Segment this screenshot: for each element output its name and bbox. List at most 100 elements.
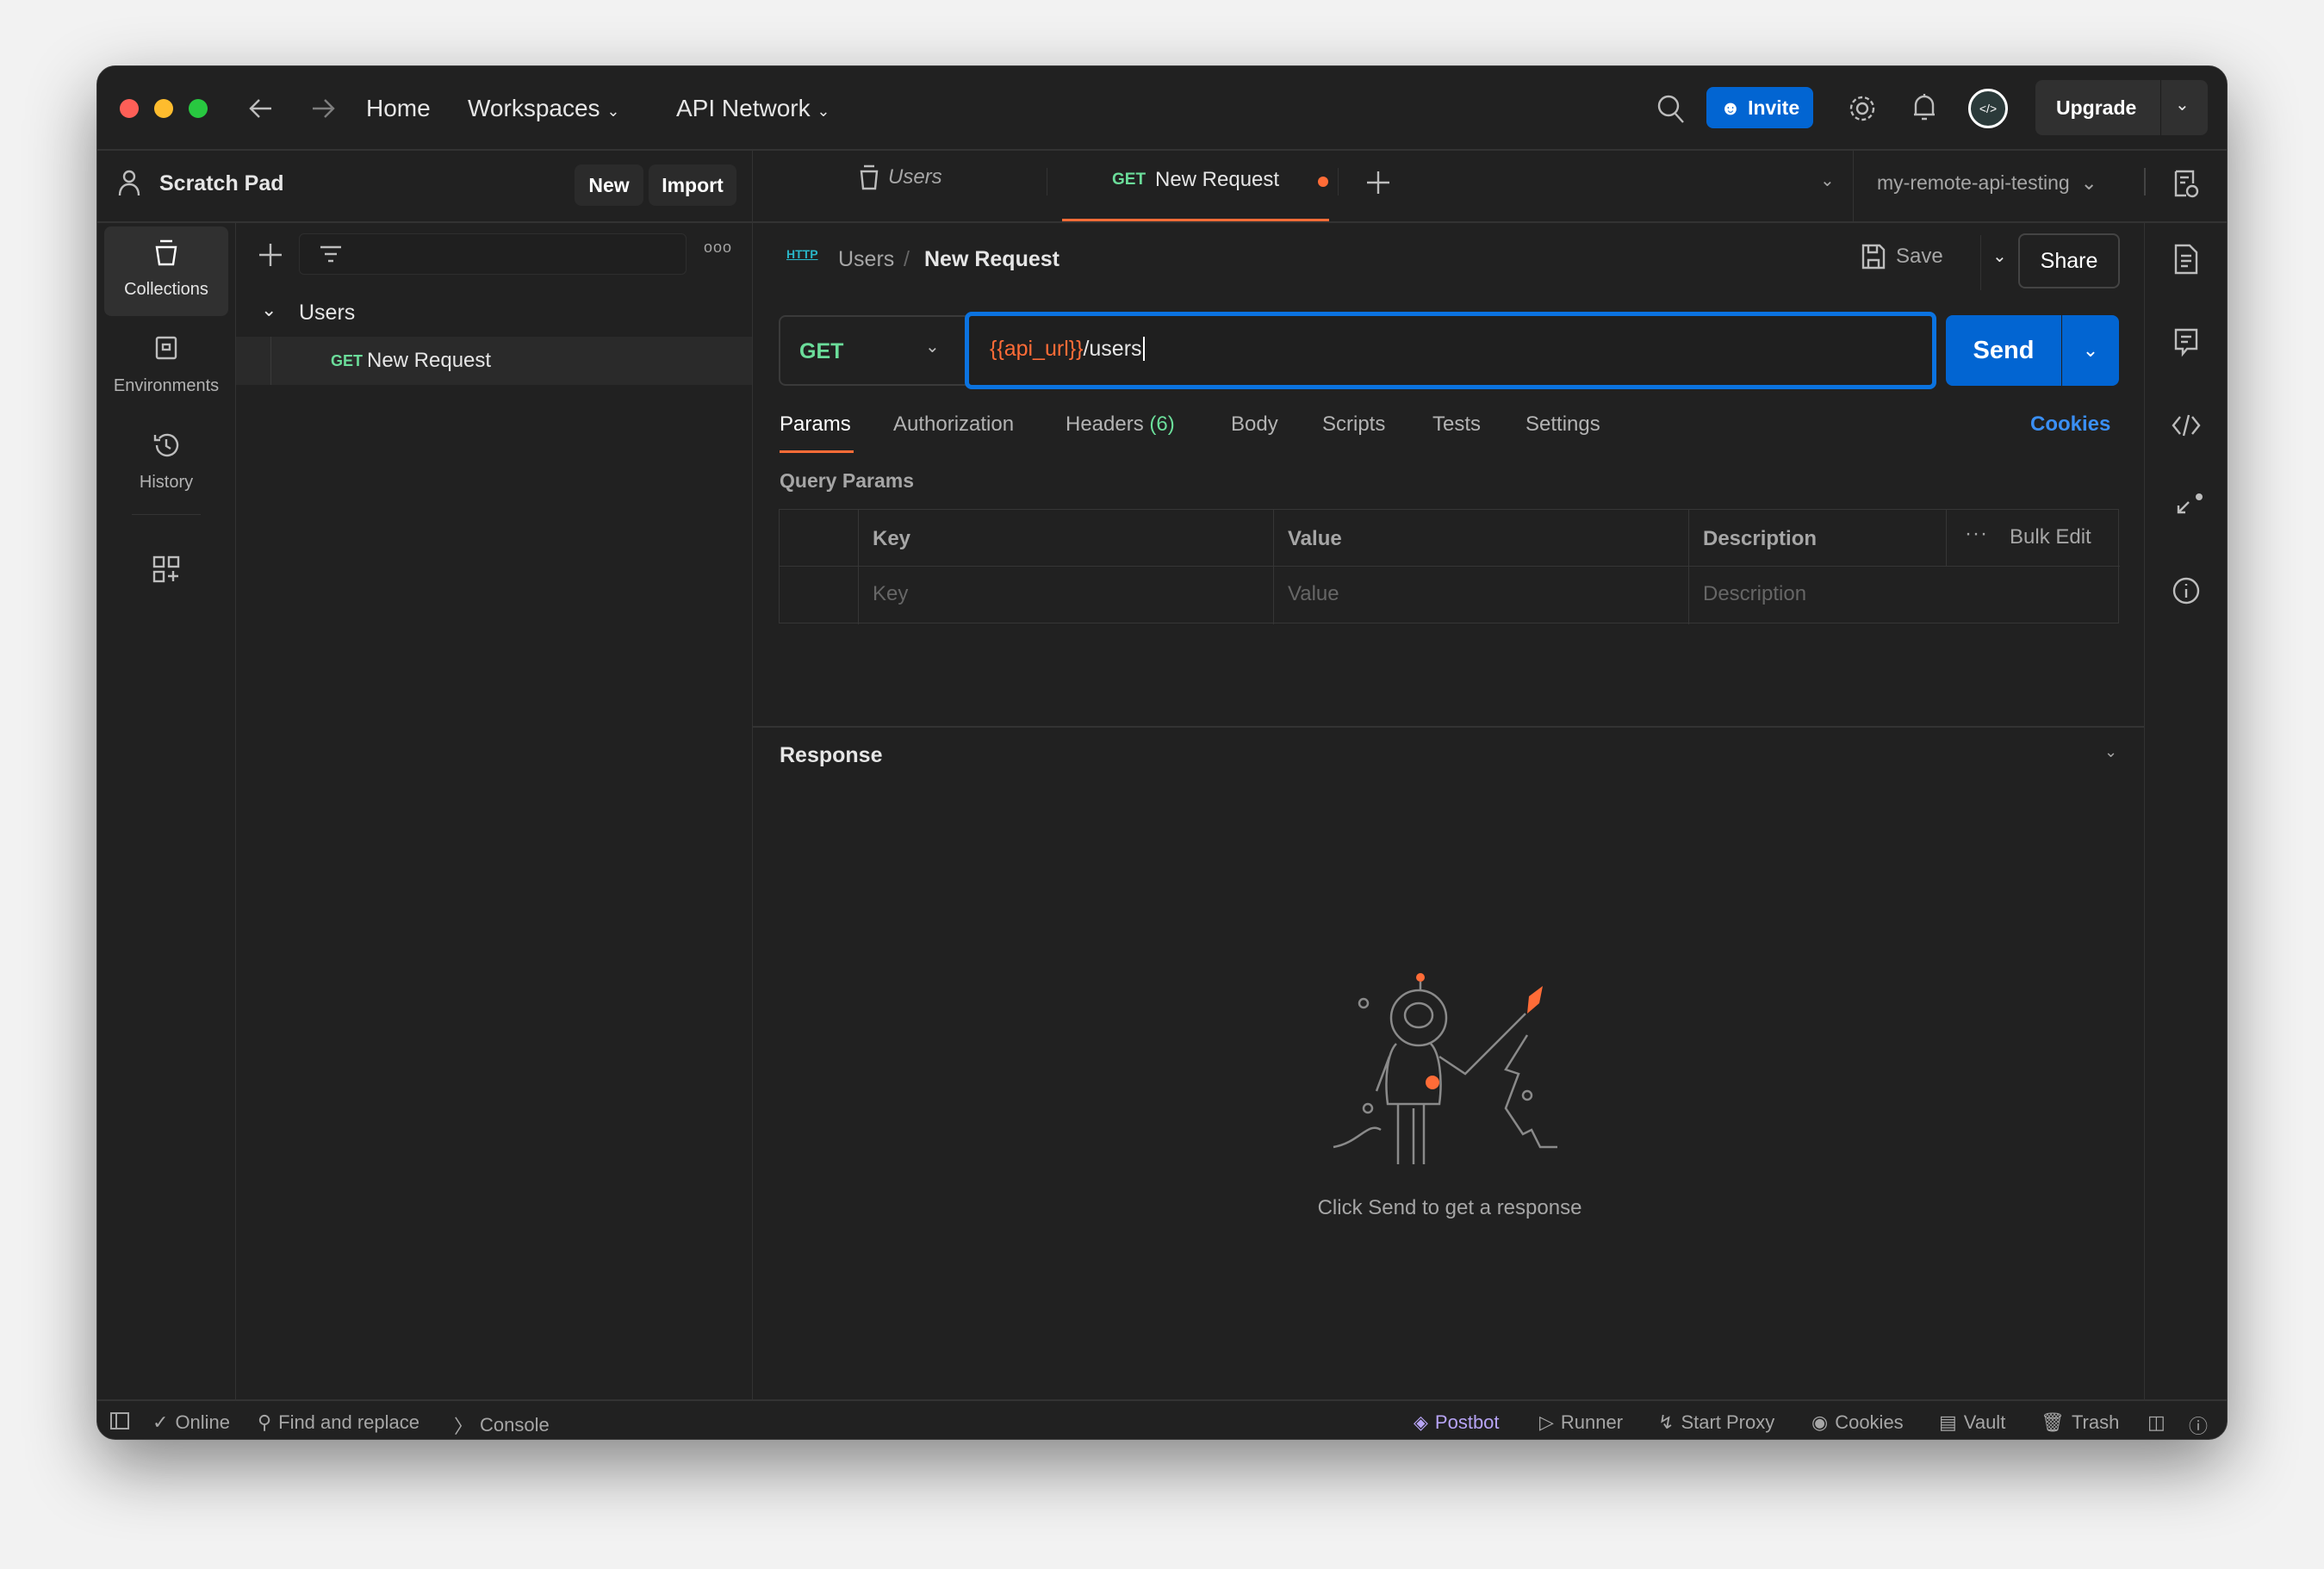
new-tab-plus-icon[interactable]: [1367, 171, 1389, 194]
description-input[interactable]: Description: [1703, 582, 1806, 606]
home-link[interactable]: Home: [366, 95, 431, 122]
collections-icon: [152, 239, 180, 266]
method-select[interactable]: GET ⌄: [779, 315, 968, 386]
key-input[interactable]: Key: [873, 582, 908, 606]
collection-users[interactable]: Users: [299, 301, 355, 326]
value-input[interactable]: Value: [1288, 582, 1339, 606]
astronaut-illustration-icon: [1329, 971, 1579, 1169]
history-icon: [152, 431, 180, 459]
more-options-icon[interactable]: ooo: [704, 239, 732, 257]
runner-button[interactable]: ▷ Runner: [1539, 1411, 1623, 1434]
subtab-settings[interactable]: Settings: [1526, 412, 1600, 437]
table-more-options-icon[interactable]: ···: [1965, 522, 1988, 546]
share-button[interactable]: Share: [2018, 233, 2120, 288]
tree-item-new-request[interactable]: GET New Request: [236, 337, 752, 385]
documentation-icon[interactable]: [2173, 244, 2199, 275]
related-collections-icon[interactable]: [2175, 492, 2204, 521]
layout-toggle-icon[interactable]: ◫: [2147, 1411, 2166, 1434]
send-button[interactable]: Send: [1946, 315, 2061, 386]
comments-icon[interactable]: [2173, 328, 2199, 357]
subtab-body[interactable]: Body: [1231, 412, 1278, 437]
add-collection-plus-icon[interactable]: [259, 244, 282, 266]
upgrade-chevron-down-icon[interactable]: ⌄: [2175, 94, 2190, 115]
new-button[interactable]: New: [575, 164, 643, 206]
url-input[interactable]: {{api_url}}/users: [965, 312, 1936, 389]
trash-button[interactable]: 🗑︎Trash: [2041, 1411, 2119, 1434]
minimize-window-button[interactable]: [154, 99, 173, 118]
online-status[interactable]: ✓︎Online: [152, 1411, 230, 1434]
check-circle-icon: ✓︎: [152, 1411, 168, 1434]
cookies-label: Cookies: [1835, 1411, 1903, 1434]
help-icon[interactable]: ⓘ: [2189, 1411, 2208, 1439]
url-path: /users: [1083, 337, 1141, 361]
breadcrumb-separator: /: [904, 247, 910, 272]
save-button[interactable]: Save: [1861, 244, 1943, 270]
subtab-headers[interactable]: Headers (6): [1066, 412, 1175, 437]
method-badge: GET: [331, 352, 363, 370]
query-params-title: Query Params: [780, 469, 914, 493]
response-collapse-chevron-down-icon[interactable]: ⌄: [2104, 743, 2117, 761]
start-proxy-button[interactable]: ↯Start Proxy: [1658, 1411, 1774, 1434]
proxy-icon: ↯: [1658, 1411, 1674, 1434]
tab-users[interactable]: Users: [859, 164, 942, 190]
subtab-tests[interactable]: Tests: [1432, 412, 1481, 437]
postbot-button[interactable]: ◈Postbot: [1414, 1411, 1500, 1434]
subtab-params[interactable]: Params: [780, 412, 851, 437]
api-network-label: API Network: [676, 95, 811, 121]
save-disk-icon: [1861, 244, 1886, 270]
request-name: New Request: [367, 349, 491, 373]
configure-workbench-icon[interactable]: [152, 555, 180, 583]
rail-environments[interactable]: Environments: [104, 323, 228, 412]
tab-new-request[interactable]: GET New Request: [1062, 149, 1329, 221]
import-button[interactable]: Import: [649, 164, 736, 206]
vault-icon: ▤: [1939, 1411, 1957, 1434]
subtab-authorization[interactable]: Authorization: [893, 412, 1014, 437]
tabs-overflow-chevron-down-icon[interactable]: ⌄: [1820, 170, 1835, 191]
query-params-table: Key Value Description ··· Bulk Edit Key …: [779, 509, 2119, 623]
maximize-window-button[interactable]: [189, 99, 208, 118]
forward-arrow-icon[interactable]: [311, 97, 335, 120]
breadcrumb-parent[interactable]: Users: [838, 247, 894, 272]
headers-count: (6): [1149, 412, 1174, 436]
save-options-chevron-down-icon[interactable]: ⌄: [1992, 245, 2007, 267]
close-window-button[interactable]: [120, 99, 139, 118]
environment-quick-look-icon[interactable]: [2173, 170, 2199, 199]
chevron-down-icon: ⌄: [606, 102, 619, 120]
runner-label: Runner: [1561, 1411, 1623, 1434]
info-icon[interactable]: [2172, 576, 2201, 605]
code-snippet-icon[interactable]: [2172, 414, 2201, 437]
invite-label: Invite: [1748, 96, 1799, 120]
cookies-button[interactable]: ◉ Cookies: [1811, 1411, 1904, 1434]
app-window: Home Workspaces ⌄ API Network ⌄ ☻Invite …: [96, 65, 2228, 1440]
chevron-down-icon: ⌄: [925, 336, 940, 357]
save-label: Save: [1896, 245, 1943, 269]
invite-button[interactable]: ☻Invite: [1706, 87, 1813, 128]
headers-label: Headers: [1066, 412, 1144, 436]
column-header-key: Key: [873, 527, 910, 551]
collection-users-chevron-down-icon[interactable]: ⌄: [261, 299, 277, 321]
workspaces-menu[interactable]: Workspaces ⌄: [468, 95, 619, 122]
cookie-icon: ◉: [1811, 1411, 1828, 1434]
search-icon[interactable]: [1656, 94, 1686, 125]
find-replace-label: Find and replace: [278, 1411, 419, 1434]
subtab-scripts[interactable]: Scripts: [1322, 412, 1385, 437]
settings-gear-icon[interactable]: [1848, 94, 1877, 123]
send-options-chevron-down-icon[interactable]: ⌄: [2062, 315, 2119, 386]
url-variable: {{api_url}}: [990, 337, 1083, 361]
collections-filter-input[interactable]: [299, 233, 687, 275]
api-network-menu[interactable]: API Network ⌄: [676, 95, 830, 122]
play-icon: ▷: [1539, 1411, 1554, 1434]
find-and-replace-button[interactable]: ⚲Find and replace: [258, 1411, 419, 1434]
environment-selector[interactable]: my-remote-api-testing ⌄: [1877, 171, 2097, 195]
back-arrow-icon[interactable]: [249, 97, 273, 120]
rail-history[interactable]: History: [104, 419, 228, 509]
toggle-sidebar-icon[interactable]: [109, 1411, 130, 1430]
http-request-icon: HTTP: [786, 247, 818, 261]
vault-button[interactable]: ▤Vault: [1939, 1411, 2005, 1434]
rail-collections[interactable]: Collections: [104, 226, 228, 316]
notifications-bell-icon[interactable]: [1911, 92, 1937, 123]
avatar-icon[interactable]: </>: [1968, 89, 2008, 128]
console-button[interactable]: 〉Console: [454, 1411, 550, 1439]
cookies-link[interactable]: Cookies: [2030, 412, 2110, 437]
bulk-edit-button[interactable]: Bulk Edit: [2010, 525, 2091, 549]
